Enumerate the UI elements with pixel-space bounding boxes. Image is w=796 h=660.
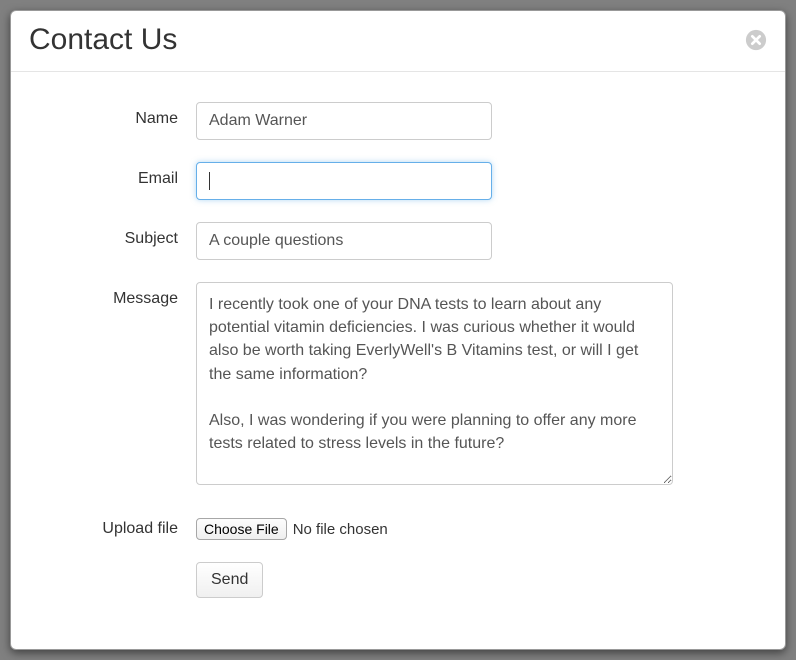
modal-title: Contact Us <box>29 23 177 57</box>
label-subject: Subject <box>41 222 196 248</box>
close-icon <box>745 29 767 51</box>
row-submit: Send <box>41 562 755 598</box>
close-button[interactable] <box>745 29 767 51</box>
row-upload: Upload file Choose File No file chosen <box>41 512 755 540</box>
row-email: Email <box>41 162 755 200</box>
row-message: Message <box>41 282 755 490</box>
file-status-text: No file chosen <box>293 521 388 538</box>
label-name: Name <box>41 102 196 128</box>
label-upload: Upload file <box>41 512 196 538</box>
message-textarea[interactable] <box>196 282 673 485</box>
label-email: Email <box>41 162 196 188</box>
choose-file-button[interactable]: Choose File <box>196 518 287 540</box>
row-subject: Subject <box>41 222 755 260</box>
contact-modal: Contact Us Name Email Subject <box>10 10 786 650</box>
row-name: Name <box>41 102 755 140</box>
subject-input[interactable] <box>196 222 492 260</box>
email-input[interactable] <box>196 162 492 200</box>
modal-body: Name Email Subject Message Uplo <box>11 72 785 618</box>
label-message: Message <box>41 282 196 308</box>
modal-header: Contact Us <box>11 11 785 72</box>
name-input[interactable] <box>196 102 492 140</box>
send-button[interactable]: Send <box>196 562 263 598</box>
